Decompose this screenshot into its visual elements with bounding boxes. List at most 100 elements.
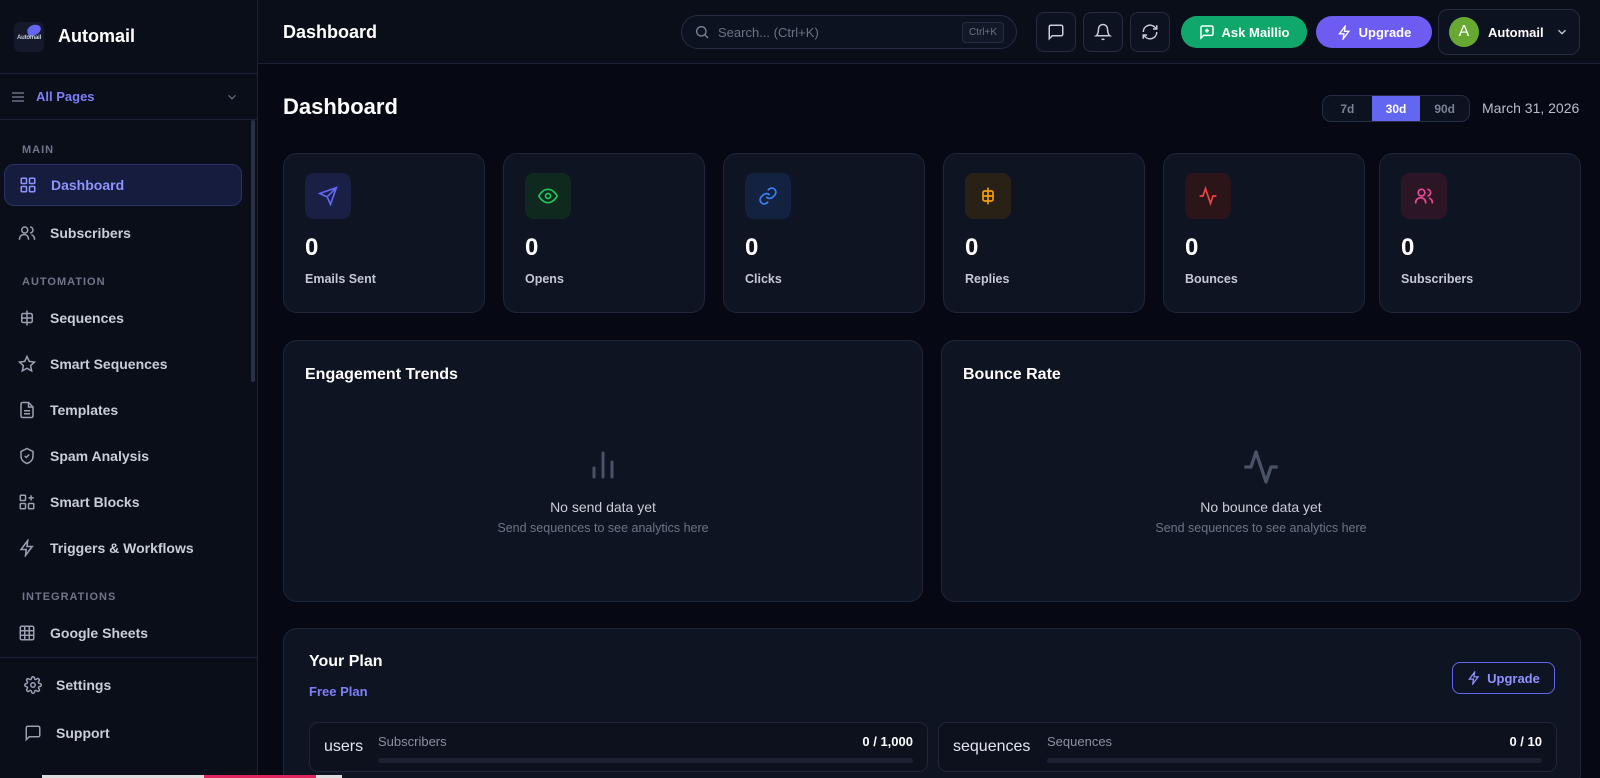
range-selector: 7d 30d 90d bbox=[1322, 95, 1470, 122]
sidebar-item-label: Templates bbox=[50, 402, 119, 418]
empty-title: No bounce data yet bbox=[1200, 499, 1322, 515]
notifications-button[interactable] bbox=[1083, 12, 1123, 52]
link-icon bbox=[759, 187, 777, 205]
stat-value: 0 bbox=[1185, 234, 1199, 261]
sidebar-item-label: Triggers & Workflows bbox=[50, 540, 194, 556]
range-7d[interactable]: 7d bbox=[1323, 96, 1372, 121]
table-icon bbox=[19, 625, 35, 641]
search-icon bbox=[696, 26, 709, 39]
engagement-trends-panel: Engagement Trends No send data yet Send … bbox=[283, 340, 923, 602]
zap-icon bbox=[1468, 671, 1480, 685]
file-icon bbox=[20, 401, 34, 419]
stat-icon-box bbox=[1401, 173, 1447, 219]
search-box[interactable]: Ctrl+K bbox=[681, 15, 1017, 49]
account-name: Automail bbox=[1488, 24, 1544, 40]
sidebar-item-settings[interactable]: Settings bbox=[10, 664, 248, 706]
star-icon bbox=[18, 355, 36, 373]
menu-icon bbox=[12, 91, 24, 102]
refresh-button[interactable] bbox=[1130, 12, 1170, 52]
sidebar-item-label: Subscribers bbox=[50, 225, 131, 241]
activity-icon bbox=[1199, 186, 1217, 206]
brand-logo: Automail bbox=[14, 21, 44, 52]
bell-icon bbox=[1094, 23, 1112, 41]
account-menu[interactable]: A Automail bbox=[1438, 9, 1580, 55]
all-pages-label: All Pages bbox=[36, 89, 95, 104]
sidebar-item-spam-analysis[interactable]: Spam Analysis bbox=[4, 435, 242, 477]
search-input[interactable] bbox=[718, 24, 948, 40]
stat-label: Subscribers bbox=[1401, 272, 1474, 286]
usage-key: users bbox=[324, 738, 364, 755]
sidebar-item-support[interactable]: Support bbox=[10, 712, 248, 754]
bar-chart-icon bbox=[592, 451, 614, 479]
panel-title: Engagement Trends bbox=[305, 366, 458, 383]
message-icon bbox=[25, 725, 41, 742]
upgrade-label: Upgrade bbox=[1358, 24, 1412, 40]
ask-maillio-label: Ask Maillio bbox=[1221, 24, 1290, 40]
stat-icon-box bbox=[525, 173, 571, 219]
sidebar-item-sequences[interactable]: Sequences bbox=[4, 297, 242, 339]
send-icon bbox=[318, 186, 338, 206]
stat-label: Bounces bbox=[1185, 272, 1238, 286]
stat-value: 0 bbox=[305, 234, 319, 261]
shield-icon bbox=[20, 447, 34, 465]
usage-key: sequences bbox=[953, 738, 1031, 755]
sidebar-item-templates[interactable]: Templates bbox=[4, 389, 242, 431]
sidebar-item-label: Support bbox=[56, 725, 110, 741]
usage-label: Sequences bbox=[1047, 734, 1113, 749]
sidebar-item-label: Smart Blocks bbox=[50, 494, 140, 510]
users-icon bbox=[18, 226, 36, 240]
search-shortcut: Ctrl+K bbox=[961, 22, 1004, 43]
stat-value: 0 bbox=[965, 234, 979, 261]
stat-icon-box bbox=[745, 173, 791, 219]
stat-card-subscribers: 0 Subscribers bbox=[1379, 153, 1581, 313]
header-title: Dashboard bbox=[283, 22, 378, 42]
sidebar-item-google-sheets[interactable]: Google Sheets bbox=[4, 612, 242, 654]
stat-card-replies: 0 Replies bbox=[943, 153, 1145, 313]
plan-name[interactable]: Free Plan bbox=[309, 684, 368, 699]
sidebar-scrollbar[interactable] bbox=[251, 120, 255, 382]
sequence-icon bbox=[982, 187, 994, 205]
bounce-rate-panel: Bounce Rate No bounce data yet Send sequ… bbox=[941, 340, 1581, 602]
your-plan-panel: Your Plan Free Plan Upgrade users Subscr… bbox=[283, 628, 1581, 778]
stat-label: Clicks bbox=[745, 272, 782, 286]
sidebar-item-triggers-workflows[interactable]: Triggers & Workflows bbox=[4, 527, 242, 569]
stat-icon-box bbox=[305, 173, 351, 219]
eye-icon bbox=[538, 188, 558, 204]
sidebar-bottom: Settings Support bbox=[0, 657, 258, 742]
stat-card-clicks: 0 Clicks bbox=[723, 153, 925, 313]
avatar: A bbox=[1449, 17, 1479, 47]
empty-title: No send data yet bbox=[550, 499, 656, 515]
sidebar-item-subscribers[interactable]: Subscribers bbox=[4, 212, 242, 254]
stat-label: Opens bbox=[525, 272, 564, 286]
users-icon bbox=[1414, 188, 1434, 204]
range-90d[interactable]: 90d bbox=[1420, 96, 1469, 121]
usage-progress-bar bbox=[1047, 758, 1542, 763]
stat-card-emails-sent: 0 Emails Sent bbox=[283, 153, 485, 313]
stat-card-bounces: 0 Bounces bbox=[1163, 153, 1365, 313]
stat-icon-box bbox=[1185, 173, 1231, 219]
zap-icon bbox=[19, 539, 34, 557]
usage-value: 0 / 1,000 bbox=[862, 734, 913, 749]
ask-maillio-button[interactable]: Ask Maillio bbox=[1181, 16, 1307, 48]
sidebar-item-dashboard[interactable]: Dashboard bbox=[4, 164, 242, 206]
gear-icon bbox=[24, 676, 42, 694]
stat-label: Replies bbox=[965, 272, 1010, 286]
brand[interactable]: Automail Automail bbox=[0, 0, 257, 74]
plan-upgrade-button[interactable]: Upgrade bbox=[1452, 662, 1555, 694]
chevron-down-icon bbox=[228, 94, 236, 100]
range-30d[interactable]: 30d bbox=[1371, 96, 1421, 121]
blocks-icon bbox=[19, 494, 35, 510]
sequence-icon bbox=[21, 310, 33, 326]
activity-icon bbox=[1244, 450, 1278, 484]
sidebar-item-smart-sequences[interactable]: Smart Sequences bbox=[4, 343, 242, 385]
all-pages-dropdown[interactable]: All Pages bbox=[0, 74, 257, 120]
section-integrations: INTEGRATIONS bbox=[22, 591, 117, 603]
logo-text: Automail bbox=[17, 34, 42, 41]
sidebar-item-smart-blocks[interactable]: Smart Blocks bbox=[4, 481, 242, 523]
stat-value: 0 bbox=[525, 234, 539, 261]
upgrade-button[interactable]: Upgrade bbox=[1316, 16, 1432, 48]
section-main: MAIN bbox=[22, 144, 55, 156]
sidebar: Automail Automail All Pages MAIN Dashboa… bbox=[0, 0, 258, 778]
chat-button[interactable] bbox=[1036, 12, 1076, 52]
grid-icon bbox=[20, 177, 36, 193]
